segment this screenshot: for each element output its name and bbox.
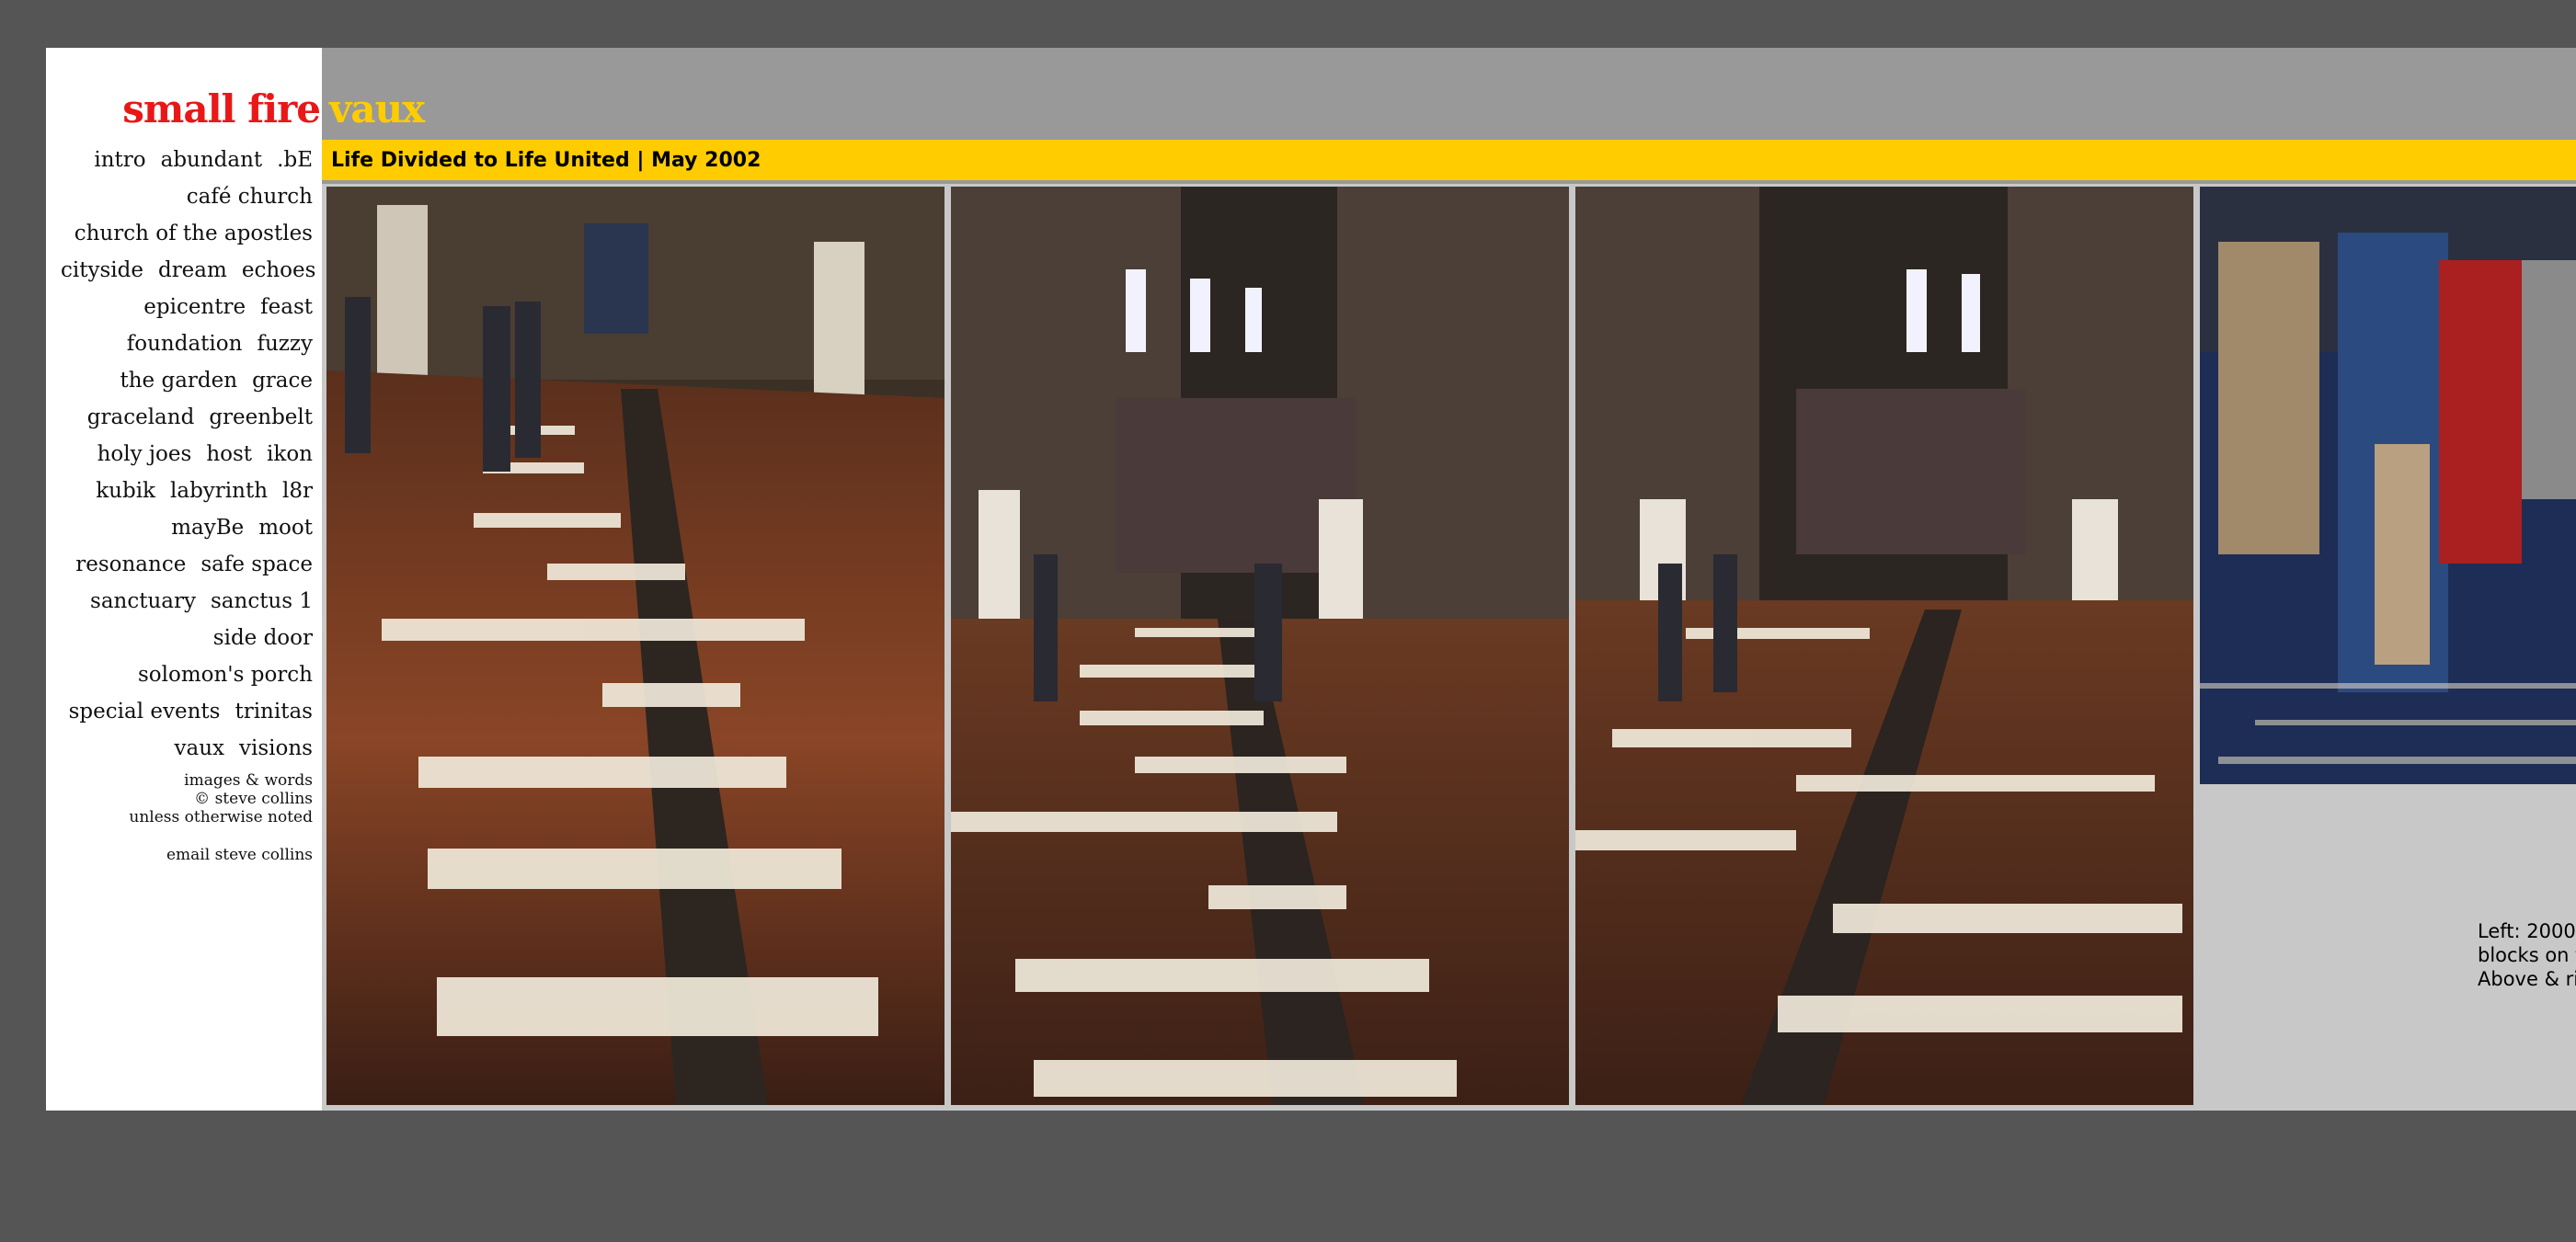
nav-row: kubik labyrinth l8r [46,473,313,509]
nav-row: graceland greenbelt [46,399,313,436]
photo-gallery: Left: 2000 tealight candles separated bl… [322,184,2576,1111]
photo-candle-words-1 [326,187,945,1105]
nav-link-grace[interactable]: grace [252,369,313,393]
nav-link-solomon-s-porch[interactable]: solomon's porch [138,663,313,687]
nav-link-vaux[interactable]: vaux [175,736,225,760]
nav-link-kubik[interactable]: kubik [96,479,155,503]
site-logo[interactable]: small fire vaux [46,86,572,136]
nav-row: resonance safe space [46,546,313,583]
page-title: Life Divided to Life United | May 2002 [331,148,761,172]
photo-caption: Left: 2000 tealight candles separated bl… [2478,919,2576,991]
nav-link-fuzzy[interactable]: fuzzy [257,332,313,356]
nav-link-caf-church[interactable]: café church [187,185,313,209]
photo-gathering-candles [2200,187,2576,784]
caption-line: Above & right: gathering pieces of ca [2478,968,2576,990]
caption-line: Left: 2000 tealight candles separated [2478,920,2576,942]
nav-link-sanctus-1[interactable]: sanctus 1 [211,589,313,613]
photo-candle-words-3 [1575,187,2193,1105]
nav-row: vaux visions [46,730,313,767]
email-link[interactable]: email steve collins [166,846,313,864]
nav-link-holy-joes[interactable]: holy joes [97,442,192,466]
nav-row: church of the apostles [46,215,313,252]
nav-row: mayBe moot [46,509,313,546]
nav-link-l8r[interactable]: l8r [282,479,313,503]
nav-link-graceland[interactable]: graceland [87,405,195,429]
nav-link-greenbelt[interactable]: greenbelt [209,405,313,429]
nav-link-abundant[interactable]: abundant [161,148,263,172]
logo-vaux: vaux [329,86,425,131]
credits-line: © steve collins [194,790,313,808]
credits-line: images & words [184,771,313,790]
nav-row: sanctuary sanctus 1 [46,583,313,620]
nav-row: foundation fuzzy [46,325,313,362]
nav-link-sanctuary[interactable]: sanctuary [90,589,196,613]
nav-row: special events trinitas [46,693,313,730]
nav-link-foundation[interactable]: foundation [127,332,243,356]
nav-link-safe-space[interactable]: safe space [200,553,313,576]
nav-row: side door [46,620,313,656]
nav-link-the-garden[interactable]: the garden [120,369,238,393]
nav-link-cityside[interactable]: cityside [61,258,143,282]
nav-row: cityside dream echoes [46,252,316,289]
title-bar: Life Divided to Life United | May 2002 [322,140,2576,180]
nav-row: the garden grace [46,362,314,399]
nav-link-special-events[interactable]: special events [69,700,221,724]
sidebar: intro abundant .bE café church church of the… [46,48,322,1111]
logo-small-fire: small fire [122,86,321,131]
nav-row: solomon's porch [46,656,313,693]
photo-candle-words-2 [951,187,1569,1105]
nav-link-church-of-the-apostles[interactable]: church of the apostles [74,222,313,245]
sidebar-nav: intro abundant .bE café church church of the… [46,142,316,767]
nav-link-intro[interactable]: intro [94,148,145,172]
nav-link-side-door[interactable]: side door [213,626,313,650]
nav-link-labyrinth[interactable]: labyrinth [170,479,268,503]
nav-row: café church [46,178,313,215]
nav-row: intro abundant .bE [46,142,313,178]
nav-link-visions[interactable]: visions [239,736,313,760]
nav-link-be[interactable]: .bE [277,148,313,172]
nav-link-resonance[interactable]: resonance [75,553,186,576]
nav-link-epicentre[interactable]: epicentre [143,295,246,319]
nav-link-ikon[interactable]: ikon [267,442,313,466]
nav-link-maybe[interactable]: mayBe [171,516,244,540]
nav-link-host[interactable]: host [206,442,252,466]
nav-link-moot[interactable]: moot [258,516,313,540]
nav-link-trinitas[interactable]: trinitas [235,700,313,724]
credits: images & words © steve collins unless ot… [46,771,313,826]
credits-line: unless otherwise noted [129,808,313,826]
nav-link-feast[interactable]: feast [260,295,313,319]
nav-link-echoes[interactable]: echoes [242,258,316,282]
nav-link-dream[interactable]: dream [158,258,227,282]
caption-line: blocks on the left and the tin holders [2478,944,2576,966]
nav-row: epicentre feast [46,289,313,325]
page: intro abundant .bE café church church of the… [46,48,2576,1111]
nav-row: holy joes host ikon [46,436,313,473]
